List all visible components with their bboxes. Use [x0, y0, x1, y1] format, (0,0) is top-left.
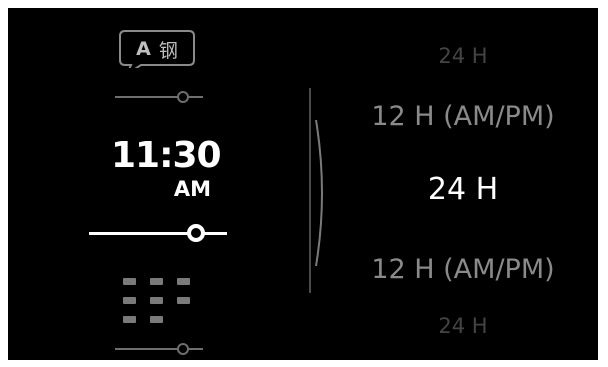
clock-ampm: AM — [173, 177, 211, 201]
picker-option[interactable]: 12 H (AM/PM) — [338, 101, 588, 132]
grid-icon — [123, 278, 203, 330]
grid-slider — [115, 342, 203, 356]
slider-knob — [177, 91, 189, 103]
language-menu-item[interactable]: A 钢 — [103, 28, 213, 110]
language-glyph: 钢 — [158, 39, 178, 62]
time-format-slider — [89, 224, 227, 242]
slider-track — [115, 96, 203, 98]
slider-knob — [187, 224, 205, 242]
picker-option-selected[interactable]: 24 H — [338, 172, 588, 207]
picker-option[interactable]: 24 H — [338, 314, 588, 338]
language-letter: A — [136, 38, 151, 60]
picker-option[interactable]: 12 H (AM/PM) — [338, 254, 588, 285]
slider-track — [115, 348, 203, 350]
language-slider — [115, 90, 203, 104]
time-format-menu-item[interactable]: 11:30 AM — [83, 128, 243, 248]
slider-track — [89, 232, 227, 235]
slider-knob — [177, 343, 189, 355]
scroll-indicator — [315, 119, 323, 267]
clock-time: 11:30 — [111, 135, 222, 176]
panel-divider — [309, 88, 311, 293]
grid-menu-item[interactable] — [103, 270, 213, 360]
language-icon: A 钢 — [119, 30, 195, 68]
settings-screen: A 钢 11:30 AM 24 H 12 H (AM/PM) 24 H 12 H… — [8, 8, 598, 360]
picker-option[interactable]: 24 H — [338, 44, 588, 68]
